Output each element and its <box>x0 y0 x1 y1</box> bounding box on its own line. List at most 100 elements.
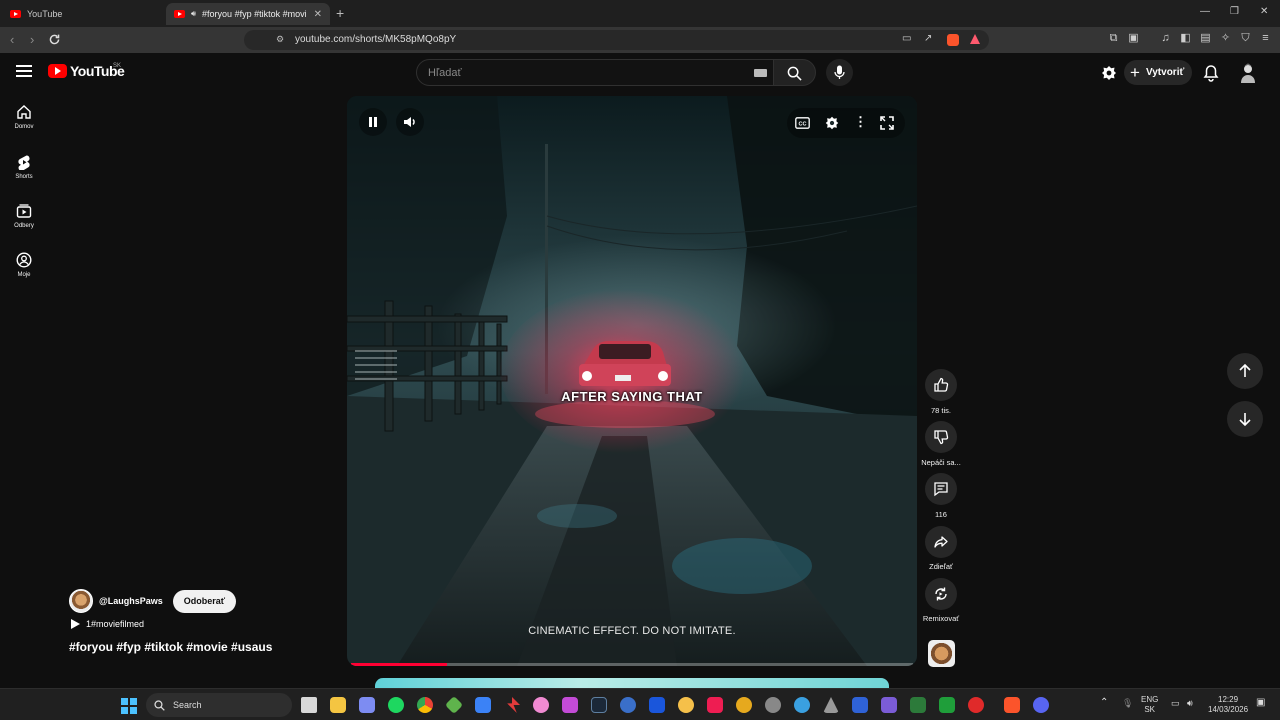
minimize-button[interactable]: — <box>1200 6 1210 17</box>
browser-menu-icon[interactable]: ≡ <box>1259 32 1272 45</box>
app-s-icon[interactable] <box>562 697 578 713</box>
sidebar-item-shorts[interactable]: Shorts <box>2 154 46 180</box>
clock[interactable]: 12:29 14/03/2026 <box>1208 695 1248 715</box>
share-page-icon[interactable]: ↗ <box>924 33 932 44</box>
lightning-app-icon[interactable] <box>507 697 520 713</box>
proton-vpn-icon[interactable] <box>359 697 375 713</box>
tab-shorts-video[interactable]: 🔊︎ #foryou #fyp #tiktok #movie ✕ <box>166 3 330 25</box>
app-earth-icon[interactable] <box>794 697 810 713</box>
voice-search-button[interactable] <box>826 59 853 86</box>
sheets-icon[interactable] <box>939 697 955 713</box>
tab-youtube[interactable]: YouTube <box>2 3 162 25</box>
comments-button[interactable] <box>925 473 957 505</box>
notepad-icon[interactable] <box>475 697 491 713</box>
remix-button[interactable] <box>925 578 957 610</box>
fullscreen-icon[interactable] <box>880 116 894 130</box>
app-globe-icon[interactable] <box>620 697 636 713</box>
video-title[interactable]: #foryou #fyp #tiktok #movie #usaus <box>69 640 272 654</box>
sidebar-item-home[interactable]: Domov <box>2 104 46 130</box>
window-close-button[interactable]: ✕ <box>1260 6 1268 17</box>
media-icon[interactable]: ♫ <box>1159 32 1172 45</box>
tiktok-icon[interactable] <box>707 697 723 713</box>
guide-menu-button[interactable] <box>16 65 32 79</box>
browser-toolbar: ‹ › ⚙ youtube.com/shorts/MK58pMQo8pY ▭ ↗… <box>0 27 1280 53</box>
chrome-icon[interactable] <box>417 697 433 713</box>
network-icon[interactable]: ▭ <box>1171 698 1180 708</box>
site-info-icon[interactable]: ⚙ <box>276 34 284 45</box>
app-purple-icon[interactable] <box>881 697 897 713</box>
like-button[interactable] <box>925 369 957 401</box>
close-tab-icon[interactable]: ✕ <box>314 9 322 20</box>
minecraft-icon[interactable] <box>444 695 464 715</box>
subscribe-button[interactable]: Odoberať <box>172 589 237 613</box>
create-button[interactable]: + Vytvoriť <box>1124 60 1192 85</box>
new-tab-button[interactable]: + <box>336 5 344 21</box>
windows-start-icon[interactable] <box>121 698 137 714</box>
app-store-icon[interactable] <box>852 697 868 713</box>
notifications-bell-icon[interactable] <box>1202 64 1220 82</box>
input-language[interactable]: ENG SK <box>1141 695 1158 715</box>
tray-overflow-icon[interactable]: ⌃ <box>1100 698 1108 708</box>
dislike-button[interactable] <box>925 421 957 453</box>
search-button[interactable] <box>773 59 816 86</box>
back-button[interactable]: ‹ <box>10 32 14 47</box>
search-icon <box>787 66 802 81</box>
wallet-icon[interactable]: ▤ <box>1199 32 1212 45</box>
channel-avatar[interactable] <box>69 589 93 613</box>
notification-center-icon[interactable]: ▣ <box>1256 698 1265 708</box>
github-icon[interactable] <box>765 697 781 713</box>
address-field[interactable]: ⚙ youtube.com/shorts/MK58pMQo8pY ▭ ↗ <box>244 30 989 50</box>
coin-app-icon[interactable] <box>736 697 752 713</box>
video-caption: AFTER SAYING THAT <box>561 389 703 404</box>
shorts-remix-icon[interactable] <box>1100 64 1118 82</box>
reload-icon[interactable] <box>48 33 61 46</box>
app-a-icon[interactable] <box>823 697 839 713</box>
discord-icon[interactable] <box>1033 697 1049 713</box>
previous-video-button[interactable] <box>1227 353 1263 389</box>
extensions-icon[interactable]: ⧉ <box>1107 32 1120 45</box>
search-input[interactable]: Hľadať <box>416 59 774 86</box>
keyboard-icon[interactable] <box>754 69 767 77</box>
closed-captions-icon[interactable]: CC <box>795 117 810 129</box>
terminal-icon[interactable] <box>910 697 926 713</box>
cast-icon[interactable]: ▭ <box>902 33 911 44</box>
leo-ai-icon[interactable]: ✧ <box>1219 32 1232 45</box>
comment-count: 116 <box>935 510 947 519</box>
search-placeholder: Hľadať <box>428 67 462 79</box>
video-progress-bar[interactable] <box>351 663 913 666</box>
brave-browser-icon[interactable] <box>1004 697 1020 713</box>
settings-gear-icon[interactable] <box>824 115 840 131</box>
microphone-tray-icon[interactable]: 🎙︎ <box>1122 698 1133 708</box>
restore-button[interactable]: ❐ <box>1230 6 1239 17</box>
channel-name[interactable]: @LaughsPaws <box>99 596 163 606</box>
thumbs-down-icon <box>934 430 949 445</box>
spotify-icon[interactable] <box>388 697 404 713</box>
vpn-shield-icon[interactable]: ⛉ <box>1239 32 1252 45</box>
account-avatar[interactable] <box>1239 63 1257 83</box>
brave-rewards-icon[interactable] <box>970 34 980 44</box>
volume-button[interactable] <box>396 108 424 136</box>
next-video-button[interactable] <box>1227 401 1263 437</box>
speaker-volume-icon[interactable]: 🔊︎ <box>1187 698 1193 708</box>
share-button[interactable] <box>925 526 957 558</box>
sound-link[interactable]: 1#moviefilmed <box>71 619 144 629</box>
app-face-icon[interactable] <box>678 697 694 713</box>
sidebar-toggle-icon[interactable]: ◧ <box>1179 32 1192 45</box>
app-red-icon[interactable] <box>968 697 984 713</box>
taskbar-search[interactable]: Search <box>146 693 292 717</box>
steam-icon[interactable] <box>591 697 607 713</box>
task-view-icon[interactable] <box>301 697 317 713</box>
sound-thumbnail[interactable] <box>928 640 955 667</box>
shorts-icon <box>18 155 30 170</box>
file-explorer-icon[interactable] <box>330 697 346 713</box>
osu-icon[interactable] <box>533 697 549 713</box>
brave-shields-icon[interactable] <box>947 34 959 46</box>
forward-button[interactable]: › <box>30 32 34 47</box>
app-blue-icon[interactable] <box>649 697 665 713</box>
sidebar-item-you[interactable]: Moje <box>2 252 46 278</box>
sidebar-item-subscriptions[interactable]: Odbery <box>2 203 46 229</box>
shorts-video-player[interactable]: CC ⋮ AFTER SAYING THAT CINEMATIC EFFECT.… <box>347 96 917 666</box>
more-options-icon[interactable]: ⋮ <box>854 114 867 130</box>
pause-button[interactable] <box>359 108 387 136</box>
reader-mode-icon[interactable]: ▣ <box>1127 32 1140 45</box>
